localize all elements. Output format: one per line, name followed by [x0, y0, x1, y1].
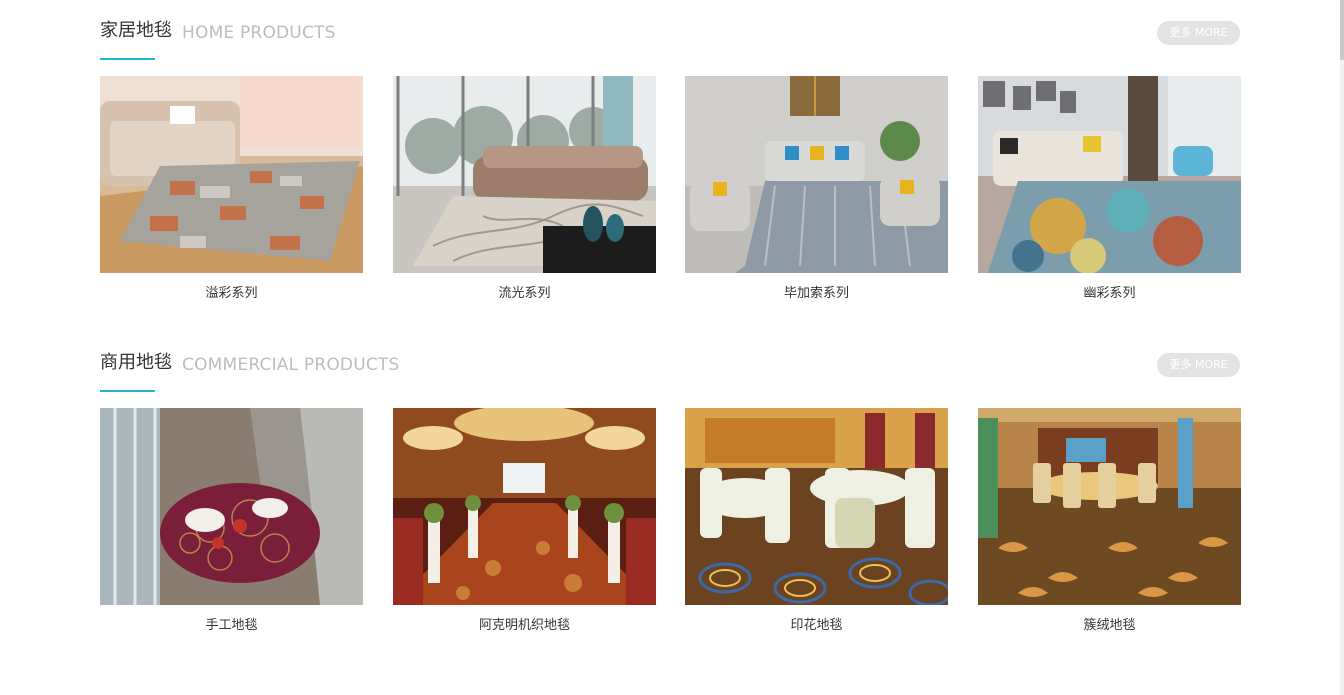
product-card[interactable]: 毕加索系列 [685, 76, 948, 302]
product-image[interactable] [100, 76, 363, 273]
section-title-en: COMMERCIAL PRODUCTS [182, 355, 400, 375]
page: 家居地毯 HOME PRODUCTS 更多 MORE 溢彩系列 流光系列 毕加索… [0, 0, 1344, 695]
section-header: 商用地毯 COMMERCIAL PRODUCTS 更多 MORE [100, 352, 1240, 392]
section-underline [100, 390, 155, 392]
product-grid: 手工地毯 阿克明机织地毯 印花地毯 簇绒地毯 [100, 408, 1241, 638]
product-image[interactable] [685, 408, 948, 605]
product-image[interactable] [393, 76, 656, 273]
commercial-products-section: 商用地毯 COMMERCIAL PRODUCTS 更多 MORE 手工地毯 阿克… [100, 352, 1241, 633]
product-card[interactable]: 印花地毯 [685, 408, 948, 634]
product-image[interactable] [685, 76, 948, 273]
product-image[interactable] [978, 76, 1241, 273]
product-card[interactable]: 溢彩系列 [100, 76, 363, 302]
product-name[interactable]: 毕加索系列 [685, 286, 948, 302]
product-name[interactable]: 幽彩系列 [978, 286, 1241, 302]
product-image[interactable] [100, 408, 363, 605]
product-grid: 溢彩系列 流光系列 毕加索系列 幽彩系列 [100, 76, 1241, 306]
more-button[interactable]: 更多 MORE [1157, 21, 1240, 45]
product-name[interactable]: 簇绒地毯 [978, 618, 1241, 634]
product-name[interactable]: 流光系列 [393, 286, 656, 302]
section-title-cn: 家居地毯 [100, 20, 172, 41]
section-header: 家居地毯 HOME PRODUCTS 更多 MORE [100, 20, 1240, 60]
product-name[interactable]: 手工地毯 [100, 618, 363, 634]
product-name[interactable]: 阿克明机织地毯 [393, 618, 656, 634]
product-image[interactable] [393, 408, 656, 605]
product-card[interactable]: 手工地毯 [100, 408, 363, 634]
section-title-en: HOME PRODUCTS [182, 23, 336, 43]
scrollbar-track[interactable] [1340, 0, 1344, 695]
scrollbar-thumb[interactable] [1340, 0, 1344, 60]
product-card[interactable]: 簇绒地毯 [978, 408, 1241, 634]
product-image[interactable] [978, 408, 1241, 605]
home-products-section: 家居地毯 HOME PRODUCTS 更多 MORE 溢彩系列 流光系列 毕加索… [100, 20, 1241, 301]
more-button[interactable]: 更多 MORE [1157, 353, 1240, 377]
product-card[interactable]: 阿克明机织地毯 [393, 408, 656, 634]
product-card[interactable]: 幽彩系列 [978, 76, 1241, 302]
section-underline [100, 58, 155, 60]
product-name[interactable]: 溢彩系列 [100, 286, 363, 302]
product-name[interactable]: 印花地毯 [685, 618, 948, 634]
product-card[interactable]: 流光系列 [393, 76, 656, 302]
section-title-cn: 商用地毯 [100, 352, 172, 373]
